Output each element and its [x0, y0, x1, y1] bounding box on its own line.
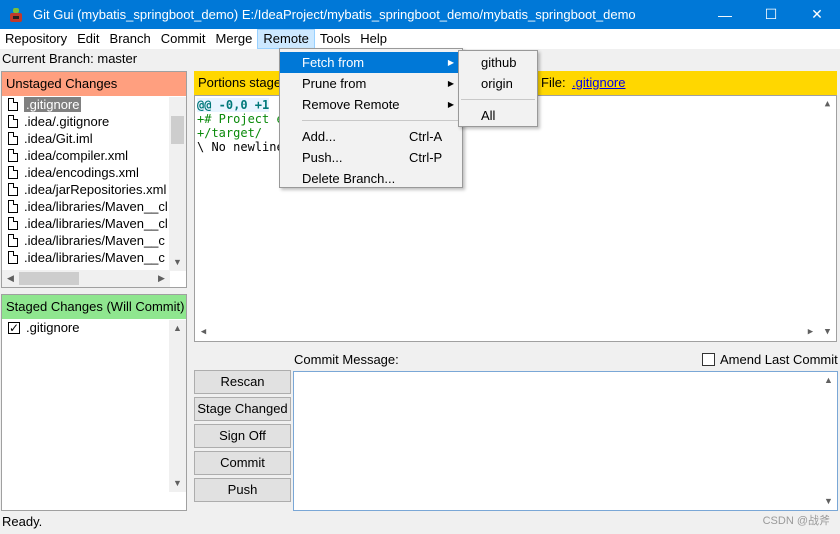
scroll-down-arrow-icon[interactable]: ▼ — [169, 254, 186, 271]
unstaged-file-row[interactable]: .idea/libraries/Maven__c — [2, 232, 186, 249]
unstaged-file-row[interactable]: .idea/.gitignore — [2, 113, 186, 130]
scroll-down-arrow-icon[interactable]: ▼ — [819, 324, 836, 341]
menu-separator — [302, 120, 460, 121]
watermark: CSDN @战斧 — [762, 515, 830, 527]
scroll-up-arrow-icon[interactable]: ▲ — [169, 320, 186, 337]
diff-header-label: Portions staged — [198, 75, 289, 90]
remote-menu: Fetch from ▶ Prune from ▶ Remove Remote ▶ A… — [279, 48, 463, 188]
submenu-arrow-icon: ▶ — [447, 58, 454, 67]
diff-file-label: File: — [541, 75, 566, 90]
scroll-up-arrow-icon[interactable]: ▲ — [819, 96, 836, 113]
scrollbar-thumb[interactable] — [171, 116, 184, 144]
menu-repository[interactable]: Repository — [0, 29, 72, 49]
submenu-item-all[interactable]: All — [459, 105, 537, 126]
status-text: Ready. — [2, 514, 43, 529]
scroll-right-arrow-icon[interactable]: ▶ — [153, 270, 170, 287]
accelerator: Ctrl-P — [409, 150, 443, 165]
file-icon — [8, 251, 18, 264]
file-icon — [8, 183, 18, 196]
stage-changed-button[interactable]: Stage Changed — [194, 397, 291, 421]
commit-button[interactable]: Commit — [194, 451, 291, 475]
staged-file-list: ✓ .gitignore — [2, 319, 186, 336]
file-icon — [8, 149, 18, 162]
diff-file-link[interactable]: .gitignore — [572, 71, 625, 95]
file-icon — [8, 98, 18, 111]
staged-vertical-scrollbar[interactable]: ▲ ▼ — [169, 320, 186, 492]
current-branch-label: Current Branch: master — [2, 51, 138, 66]
unstaged-file-row[interactable]: .gitignore — [2, 96, 186, 113]
menu-edit[interactable]: Edit — [72, 29, 104, 49]
menu-branch[interactable]: Branch — [105, 29, 156, 49]
file-icon — [8, 115, 18, 128]
action-buttons: Rescan Stage Changed Sign Off Commit Pus… — [194, 370, 292, 505]
checkbox-box[interactable] — [702, 353, 715, 366]
scroll-left-arrow-icon[interactable]: ◀ — [2, 270, 19, 287]
menu-merge[interactable]: Merge — [211, 29, 258, 49]
window-title: Git Gui (mybatis_springboot_demo) E:/Ide… — [33, 7, 636, 22]
submenu-arrow-icon: ▶ — [447, 100, 454, 109]
file-icon — [8, 132, 18, 145]
unstaged-file-row[interactable]: .idea/Git.iml — [2, 130, 186, 147]
submenu-arrow-icon: ▶ — [447, 79, 454, 88]
maximize-button[interactable]: ☐ — [748, 0, 794, 29]
staged-changes-header: Staged Changes (Will Commit) — [2, 295, 186, 319]
menu-item-remove-remote[interactable]: Remove Remote ▶ — [280, 94, 462, 115]
push-button[interactable]: Push — [194, 478, 291, 502]
scroll-down-arrow-icon[interactable]: ▼ — [169, 475, 186, 492]
close-button[interactable]: ✕ — [794, 0, 840, 29]
unstaged-file-row[interactable]: .idea/libraries/Maven__c — [2, 249, 186, 266]
unstaged-file-row[interactable]: .idea/jarRepositories.xml — [2, 181, 186, 198]
scroll-right-arrow-icon[interactable]: ▶ — [802, 324, 819, 341]
menu-separator — [461, 99, 535, 100]
minimize-button[interactable]: — — [702, 0, 748, 29]
menu-item-delete-branch[interactable]: Delete Branch... — [280, 168, 462, 189]
unstaged-changes-header: Unstaged Changes — [2, 72, 186, 96]
title-bar: Git Gui (mybatis_springboot_demo) E:/Ide… — [0, 0, 840, 29]
file-icon — [8, 217, 18, 230]
scroll-down-arrow-icon[interactable]: ▼ — [820, 493, 837, 510]
scroll-up-arrow-icon[interactable]: ▲ — [820, 372, 837, 389]
menu-item-push[interactable]: Push... Ctrl-P — [280, 147, 462, 168]
unstaged-file-row[interactable]: .idea/libraries/Maven__cl — [2, 198, 186, 215]
checked-file-icon: ✓ — [8, 320, 20, 335]
file-icon — [8, 200, 18, 213]
sign-off-button[interactable]: Sign Off — [194, 424, 291, 448]
rescan-button[interactable]: Rescan — [194, 370, 291, 394]
menu-commit[interactable]: Commit — [156, 29, 211, 49]
amend-last-commit-checkbox[interactable]: Amend Last Commit — [702, 352, 838, 367]
menu-item-fetch-from[interactable]: Fetch from ▶ — [280, 52, 462, 73]
menu-help[interactable]: Help — [355, 29, 392, 49]
menu-item-add[interactable]: Add... Ctrl-A — [280, 126, 462, 147]
unstaged-file-list: .gitignore .idea/.gitignore .idea/Git.im… — [2, 96, 186, 266]
unstaged-file-row[interactable]: .idea/compiler.xml — [2, 147, 186, 164]
diff-hunk-header: @@ -0,0 +1 — [197, 98, 270, 112]
menu-bar: Repository Edit Branch Commit Merge Remo… — [0, 29, 840, 49]
git-gui-icon — [8, 7, 24, 23]
file-icon — [8, 234, 18, 247]
staged-file-row[interactable]: ✓ .gitignore — [2, 319, 186, 336]
unstaged-horizontal-scrollbar[interactable]: ◀ ▶ — [2, 270, 170, 287]
submenu-item-github[interactable]: github — [459, 52, 537, 73]
unstaged-file-row[interactable]: .idea/libraries/Maven__cl — [2, 215, 186, 232]
commit-message-label: Commit Message: — [294, 352, 399, 367]
scrollbar-thumb[interactable] — [19, 272, 79, 285]
fetch-from-submenu: github origin All — [458, 50, 538, 127]
status-bar: Ready. CSDN @战斧 — [0, 513, 840, 534]
file-icon — [8, 166, 18, 179]
menu-remote[interactable]: Remote — [257, 29, 315, 49]
menu-item-prune-from[interactable]: Prune from ▶ — [280, 73, 462, 94]
menu-tools[interactable]: Tools — [315, 29, 355, 49]
accelerator: Ctrl-A — [409, 129, 443, 144]
commit-message-input[interactable]: ▲ ▼ — [293, 371, 838, 511]
unstaged-vertical-scrollbar[interactable]: ▼ — [169, 97, 186, 271]
amend-label: Amend Last Commit — [720, 352, 838, 367]
submenu-item-origin[interactable]: origin — [459, 73, 537, 94]
unstaged-file-row[interactable]: .idea/encodings.xml — [2, 164, 186, 181]
scroll-left-arrow-icon[interactable]: ◀ — [195, 324, 212, 341]
staged-changes-pane: Staged Changes (Will Commit) ✓ .gitignore… — [1, 294, 187, 511]
unstaged-changes-pane: Unstaged Changes .gitignore .idea/.gitig… — [1, 71, 187, 288]
